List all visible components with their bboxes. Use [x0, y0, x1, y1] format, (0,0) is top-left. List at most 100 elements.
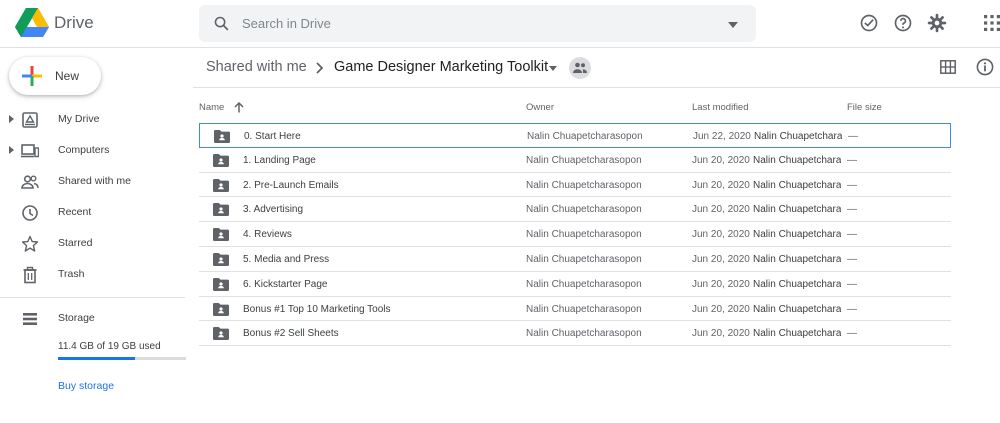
modified-by: Nalin Chuapetchara — [753, 204, 841, 216]
column-header-last-modified[interactable]: Last modified — [692, 102, 749, 113]
breadcrumb-current-folder[interactable]: Game Designer Marketing Toolkit — [334, 59, 548, 75]
sidebar-item-label: Storage — [58, 312, 95, 324]
modified-by: Nalin Chuapetchara — [753, 303, 841, 315]
modified-date: Jun 20, 2020 — [692, 179, 750, 191]
sidebar-item-label: Computers — [58, 144, 110, 156]
file-list: 0. Start Here Nalin Chuapetcharasopon Ju… — [199, 123, 951, 347]
star-icon — [21, 235, 39, 252]
file-owner: Nalin Chuapetcharasopon — [526, 154, 642, 166]
file-owner: Nalin Chuapetcharasopon — [526, 253, 642, 265]
sidebar-item-shared-with-me[interactable]: Shared with me — [0, 169, 185, 195]
table-row[interactable]: 5. Media and Press Nalin Chuapetcharasop… — [199, 247, 951, 272]
file-owner: Nalin Chuapetcharasopon — [527, 131, 643, 142]
file-size: — — [847, 278, 857, 290]
storage-icon — [23, 313, 37, 325]
column-header-name[interactable]: Name — [199, 102, 244, 113]
people-icon — [573, 62, 587, 73]
modified-by: Nalin Chuapetchara — [753, 229, 841, 241]
table-row[interactable]: 2. Pre-Launch Emails Nalin Chuapetcharas… — [199, 173, 951, 198]
column-header-file-size[interactable]: File size — [847, 102, 882, 113]
shared-people-icon — [21, 175, 39, 189]
file-owner: Nalin Chuapetcharasopon — [526, 303, 642, 315]
sort-ascending-arrow-icon[interactable] — [234, 102, 244, 113]
offline-ready-icon[interactable] — [859, 13, 879, 33]
help-icon[interactable] — [893, 13, 913, 33]
table-row[interactable]: 1. Landing Page Nalin Chuapetcharasopon … — [199, 148, 951, 173]
search-input[interactable] — [242, 13, 692, 34]
breadcrumb-shared-with-me[interactable]: Shared with me — [206, 59, 307, 75]
sidebar-item-label: Shared with me — [58, 175, 131, 187]
modified-date: Jun 20, 2020 — [692, 204, 750, 216]
file-name: 2. Pre-Launch Emails — [243, 179, 339, 191]
file-owner: Nalin Chuapetcharasopon — [526, 328, 642, 340]
drive-logo-icon[interactable] — [15, 7, 49, 37]
file-size: — — [847, 154, 857, 166]
table-row[interactable]: 6. Kickstarter Page Nalin Chuapetcharaso… — [199, 272, 951, 297]
computers-icon — [21, 144, 39, 158]
sidebar-item-my-drive[interactable]: My Drive — [0, 107, 185, 133]
grid-view-icon[interactable] — [940, 60, 956, 74]
my-drive-icon — [22, 112, 38, 128]
search-icon[interactable] — [213, 15, 230, 32]
modified-date: Jun 20, 2020 — [692, 229, 750, 241]
trash-icon — [23, 266, 37, 284]
brand-name: Drive — [54, 13, 94, 32]
sidebar-item-recent[interactable]: Recent — [0, 200, 185, 226]
settings-gear-icon[interactable] — [927, 13, 947, 33]
shared-folder-icon — [213, 153, 229, 167]
file-name: 5. Media and Press — [243, 253, 330, 265]
file-size: — — [847, 328, 857, 340]
column-header-owner[interactable]: Owner — [526, 102, 554, 113]
shared-folder-icon — [213, 302, 229, 316]
modified-date: Jun 20, 2020 — [692, 303, 750, 315]
info-icon[interactable] — [976, 58, 994, 76]
table-row[interactable]: 4. Reviews Nalin Chuapetcharasopon Jun 2… — [199, 222, 951, 247]
table-row[interactable]: 0. Start Here Nalin Chuapetcharasopon Ju… — [199, 123, 951, 148]
modified-by: Nalin Chuapetchara — [754, 131, 842, 142]
file-size: — — [847, 179, 857, 191]
file-name: 6. Kickstarter Page — [243, 278, 328, 290]
sidebar-item-storage[interactable]: Storage — [0, 306, 185, 332]
top-bar: Drive — [0, 0, 1000, 48]
table-row[interactable]: Bonus #2 Sell Sheets Nalin Chuapetcharas… — [199, 321, 951, 347]
table-row[interactable]: 3. Advertising Nalin Chuapetcharasopon J… — [199, 197, 951, 223]
sidebar-item-label: Starred — [58, 237, 93, 249]
file-name: Bonus #1 Top 10 Marketing Tools — [243, 303, 391, 315]
shared-folder-badge[interactable] — [569, 57, 591, 79]
shared-folder-icon — [213, 277, 229, 291]
shared-folder-icon — [213, 178, 229, 192]
column-header-label: Name — [199, 102, 225, 113]
new-button[interactable]: New — [9, 57, 101, 95]
expand-arrow-icon[interactable] — [9, 146, 14, 154]
folder-menu-caret-icon[interactable] — [549, 66, 557, 71]
table-row[interactable]: Bonus #1 Top 10 Marketing Tools Nalin Ch… — [199, 297, 951, 322]
storage-progress-bar — [58, 357, 186, 360]
apps-grid-icon[interactable] — [984, 15, 1000, 31]
file-name: 4. Reviews — [243, 229, 292, 241]
new-button-label: New — [55, 69, 80, 83]
sidebar-item-label: My Drive — [58, 113, 100, 125]
file-size: — — [848, 131, 858, 142]
sidebar-item-label: Recent — [58, 206, 92, 218]
file-size: — — [847, 253, 857, 265]
buy-storage-link[interactable]: Buy storage — [58, 380, 114, 392]
sidebar-item-starred[interactable]: Starred — [0, 231, 185, 257]
sidebar-item-computers[interactable]: Computers — [0, 138, 185, 164]
sidebar-item-label: Trash — [58, 268, 85, 280]
file-size: — — [847, 303, 857, 315]
expand-arrow-icon[interactable] — [9, 115, 14, 123]
plus-icon — [22, 66, 42, 86]
file-owner: Nalin Chuapetcharasopon — [526, 229, 642, 241]
file-owner: Nalin Chuapetcharasopon — [526, 204, 642, 216]
shared-folder-icon — [214, 130, 230, 143]
modified-by: Nalin Chuapetchara — [753, 179, 841, 191]
sidebar-item-trash[interactable]: Trash — [0, 262, 185, 288]
modified-date: Jun 20, 2020 — [692, 253, 750, 265]
shared-folder-icon — [213, 203, 229, 217]
chevron-right-icon — [316, 62, 324, 74]
search-bar[interactable] — [199, 5, 756, 42]
shared-folder-icon — [213, 252, 229, 266]
search-options-caret-icon[interactable] — [728, 22, 738, 28]
storage-used-text: 11.4 GB of 19 GB used — [58, 341, 161, 352]
file-name: 0. Start Here — [244, 131, 301, 142]
